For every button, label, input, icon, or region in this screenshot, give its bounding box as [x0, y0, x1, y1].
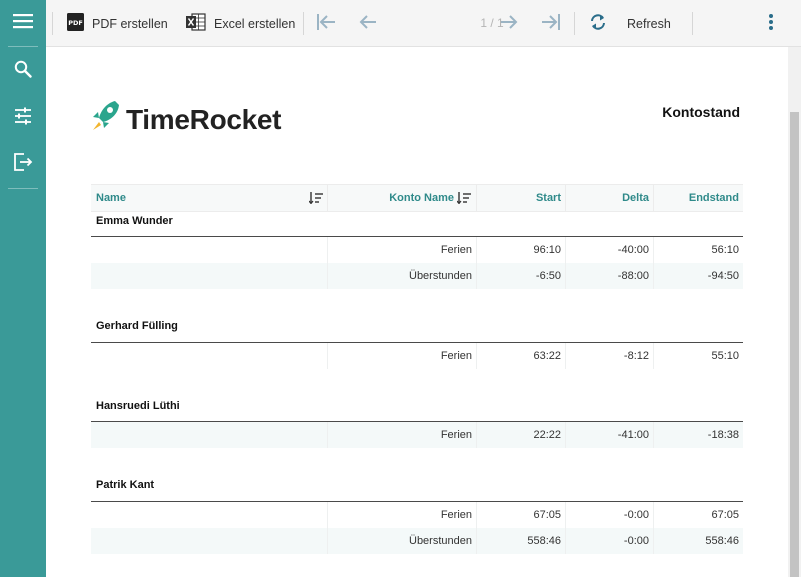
more-options-button[interactable]	[759, 12, 783, 36]
arrow-left-icon	[359, 13, 377, 36]
name-cell	[91, 502, 328, 528]
account-cell: Ferien	[328, 422, 477, 448]
refresh-button[interactable]: Refresh	[589, 0, 671, 47]
end-cell: 55:10	[711, 350, 739, 362]
first-page-button[interactable]	[314, 12, 338, 36]
last-page-icon	[541, 13, 561, 36]
delta-cell: -8:12	[566, 343, 654, 369]
toolbar-divider	[692, 12, 693, 35]
rail-divider	[8, 188, 38, 189]
toolbar-divider	[574, 12, 575, 35]
table-header: Name Konto Name Start Delta Endstand	[91, 184, 743, 212]
table-row: Ferien 63:22 -8:12 55:10	[91, 343, 743, 369]
table-row: Ferien 22:22 -41:00 -18:38	[91, 422, 743, 448]
table-row: Ferien 67:05 -0:00 67:05	[91, 502, 743, 528]
start-cell: 22:22	[477, 422, 566, 448]
report-viewer: TimeRocket Kontostand Name Konto Name St…	[46, 47, 801, 577]
vertical-scrollbar[interactable]	[788, 47, 801, 577]
start-cell: 63:22	[477, 343, 566, 369]
first-page-icon	[316, 13, 336, 36]
delta-cell: -41:00	[566, 422, 654, 448]
end-cell: 558:46	[705, 535, 739, 547]
hamburger-menu-icon	[13, 13, 33, 34]
rail-divider	[8, 46, 38, 47]
refresh-icon	[589, 13, 607, 34]
arrow-right-icon	[500, 13, 518, 36]
toolbar-divider	[52, 12, 53, 35]
next-page-button[interactable]	[497, 12, 521, 36]
previous-page-button[interactable]	[356, 12, 380, 36]
search-button[interactable]	[0, 53, 46, 89]
search-icon	[14, 60, 32, 83]
menu-button[interactable]	[0, 5, 46, 41]
column-header-end[interactable]: Endstand	[654, 185, 743, 211]
refresh-label: Refresh	[627, 16, 671, 31]
more-vertical-icon	[768, 13, 774, 36]
table-row: Überstunden -6:50 -88:00 -94:50	[91, 263, 743, 289]
end-cell: 56:10	[711, 244, 739, 256]
rocket-icon	[90, 100, 120, 139]
toolbar-divider	[303, 12, 304, 35]
brand-name: TimeRocket	[126, 103, 282, 135]
delta-cell: -88:00	[566, 263, 654, 289]
group-name: Gerhard Fülling	[96, 320, 178, 332]
column-header-name[interactable]: Name	[91, 185, 328, 211]
filter-settings-button[interactable]	[0, 100, 46, 136]
delta-cell: -0:00	[566, 502, 654, 528]
column-header-end-label: Endstand	[688, 192, 739, 204]
end-cell: 67:05	[711, 509, 739, 521]
sliders-icon	[14, 107, 32, 130]
column-header-delta-label: Delta	[622, 192, 649, 204]
start-cell: 96:10	[477, 237, 566, 263]
name-cell	[91, 237, 328, 263]
logout-icon	[13, 152, 33, 176]
report-toolbar: PDF PDF erstellen Excel erstellen 1 / 1	[46, 0, 801, 47]
account-cell: Ferien	[328, 343, 477, 369]
start-cell: 558:46	[477, 528, 566, 554]
pdf-export-label: PDF erstellen	[92, 16, 168, 31]
side-rail	[0, 0, 46, 577]
column-header-name-label: Name	[96, 192, 126, 204]
group-name: Emma Wunder	[96, 215, 173, 227]
name-cell	[91, 343, 328, 369]
account-cell: Überstunden	[328, 528, 477, 554]
excel-export-button[interactable]: Excel erstellen	[186, 0, 295, 47]
name-cell	[91, 263, 328, 289]
report-title: Kontostand	[662, 104, 740, 120]
brand-logo: TimeRocket	[90, 100, 282, 139]
table-row: Ferien 96:10 -40:00 56:10	[91, 237, 743, 263]
group-name: Patrik Kant	[96, 479, 155, 491]
delta-cell: -0:00	[566, 528, 654, 554]
start-cell: 67:05	[477, 502, 566, 528]
last-page-button[interactable]	[539, 12, 563, 36]
sort-icon[interactable]	[456, 192, 471, 207]
group-name: Hansruedi Lüthi	[96, 400, 180, 412]
name-cell	[91, 528, 328, 554]
delta-cell: -40:00	[566, 237, 654, 263]
logout-button[interactable]	[0, 146, 46, 182]
scrollbar-thumb[interactable]	[790, 112, 799, 577]
sort-icon[interactable]	[308, 192, 323, 207]
pdf-export-button[interactable]: PDF PDF erstellen	[67, 0, 168, 47]
excel-export-label: Excel erstellen	[214, 16, 296, 31]
pdf-icon: PDF	[67, 13, 84, 34]
svg-text:PDF: PDF	[68, 19, 83, 27]
column-header-account[interactable]: Konto Name	[328, 185, 477, 211]
name-cell	[91, 422, 328, 448]
account-cell: Ferien	[328, 237, 477, 263]
column-header-start[interactable]: Start	[477, 185, 566, 211]
column-header-start-label: Start	[535, 192, 561, 204]
table-row: Überstunden 558:46 -0:00 558:46	[91, 528, 743, 554]
column-header-account-label: Konto Name	[389, 192, 454, 204]
account-cell: Ferien	[328, 502, 477, 528]
account-cell: Überstunden	[328, 263, 477, 289]
end-cell: -94:50	[707, 270, 739, 282]
start-cell: -6:50	[477, 263, 566, 289]
column-header-delta[interactable]: Delta	[566, 185, 654, 211]
report-page: TimeRocket Kontostand Name Konto Name St…	[46, 47, 788, 577]
excel-icon	[186, 13, 206, 34]
end-cell: -18:38	[707, 429, 739, 441]
